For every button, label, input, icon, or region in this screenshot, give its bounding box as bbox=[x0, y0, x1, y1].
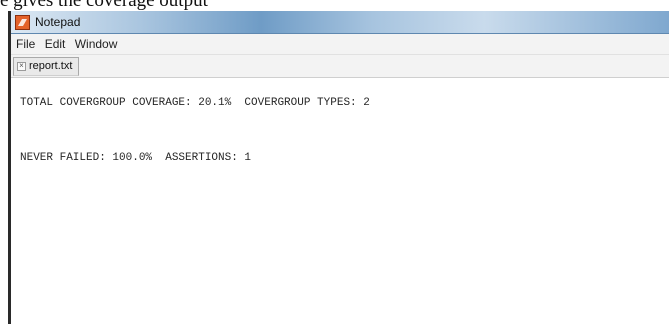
editor-line-coverage: TOTAL COVERGROUP COVERAGE: 20.1% COVERGR… bbox=[20, 97, 370, 109]
document-caption: e gives the coverage output bbox=[0, 0, 208, 11]
menu-window[interactable]: Window bbox=[75, 34, 118, 54]
tab-strip: × report.txt bbox=[11, 55, 669, 78]
editor-line-assertions: NEVER FAILED: 100.0% ASSERTIONS: 1 bbox=[20, 152, 252, 164]
menu-file[interactable]: File bbox=[16, 34, 35, 54]
notepad-app-icon[interactable] bbox=[15, 15, 30, 30]
window-title: Notepad bbox=[35, 15, 81, 29]
tab-report-txt[interactable]: × report.txt bbox=[13, 57, 80, 76]
menu-bar: File Edit Window bbox=[11, 34, 669, 55]
text-editor-area[interactable]: TOTAL COVERGROUP COVERAGE: 20.1% COVERGR… bbox=[11, 78, 669, 324]
menu-edit[interactable]: Edit bbox=[45, 34, 66, 54]
tab-label: report.txt bbox=[29, 60, 73, 72]
notepad-window: Notepad File Edit Window × report.txt TOT… bbox=[8, 11, 669, 324]
close-tab-icon[interactable]: × bbox=[17, 62, 26, 71]
title-bar[interactable]: Notepad bbox=[11, 11, 669, 34]
